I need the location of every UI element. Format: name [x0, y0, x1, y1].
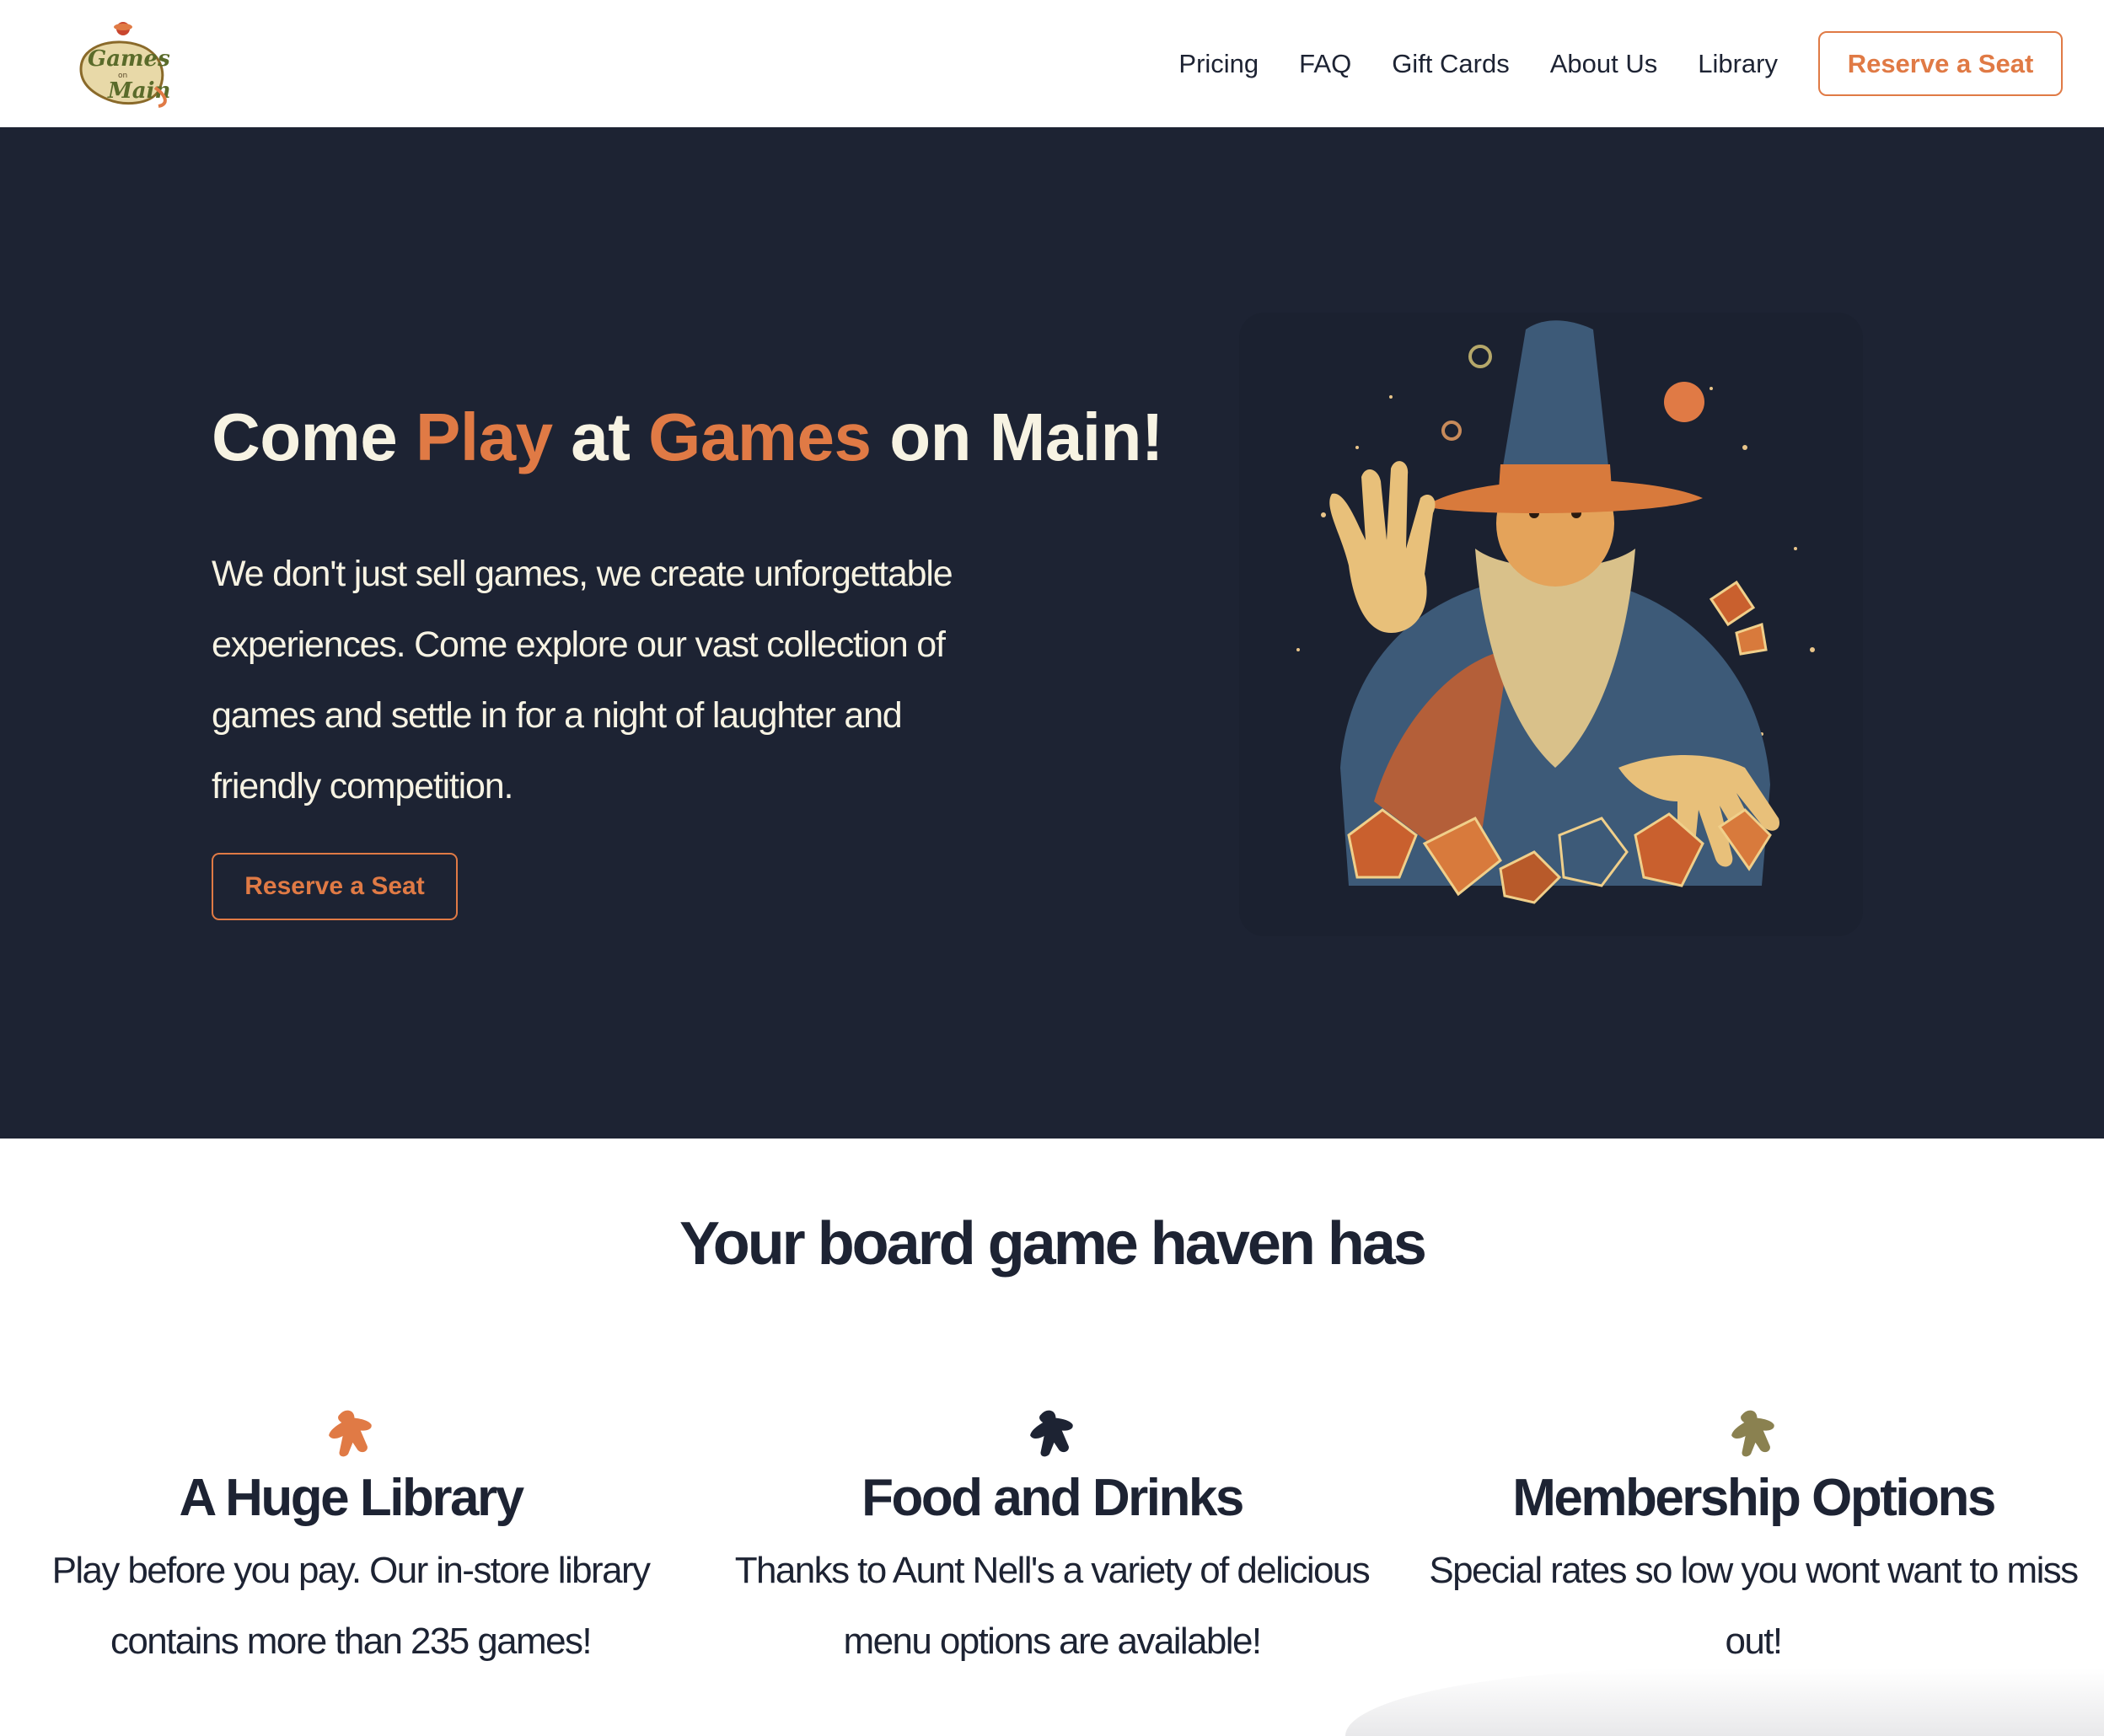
nav-reserve-seat-button[interactable]: Reserve a Seat	[1818, 31, 2063, 96]
nav-link-about-us[interactable]: About Us	[1550, 49, 1658, 79]
top-navigation: Games on Main Pricing FAQ Gift Cards Abo…	[0, 0, 2104, 127]
feature-title: A Huge Library	[179, 1469, 524, 1527]
hero-title-part1: Come	[212, 399, 416, 474]
nav-link-faq[interactable]: FAQ	[1299, 49, 1351, 79]
nav-links: Pricing FAQ Gift Cards About Us Library …	[1178, 0, 2104, 127]
feature-text: Thanks to Aunt Nell's a variety of delic…	[734, 1550, 1371, 1662]
feature-huge-library: A Huge Library Play before you pay. Our …	[13, 1407, 688, 1677]
hero-title: Come Play at Games on Main!	[212, 399, 1164, 476]
nav-link-gift-cards[interactable]: Gift Cards	[1392, 49, 1510, 79]
page-corner-shadow	[1345, 1669, 2104, 1736]
svg-text:Games: Games	[88, 46, 170, 72]
features-heading: Your board game haven has	[679, 1210, 1427, 1278]
feature-food-and-drinks: Food and Drinks Thanks to Aunt Nell's a …	[715, 1407, 1389, 1677]
nav-link-pricing[interactable]: Pricing	[1178, 49, 1259, 79]
feature-title: Membership Options	[1512, 1469, 1996, 1527]
hero-section: Come Play at Games on Main! We don't jus…	[0, 127, 2104, 1139]
feature-membership-options: Membership Options Special rates so low …	[1416, 1407, 2091, 1677]
nav-link-library[interactable]: Library	[1698, 49, 1778, 79]
games-on-main-logo-icon[interactable]: Games on Main	[74, 20, 175, 108]
hero-title-part3: on Main!	[871, 399, 1164, 474]
feature-text: Play before you pay. Our in-store librar…	[51, 1550, 651, 1662]
meeple-icon	[329, 1410, 372, 1457]
feature-title: Food and Drinks	[861, 1469, 1244, 1527]
wizard-illustration-icon	[1239, 313, 1863, 936]
hero-title-accent-games: Games	[648, 399, 872, 474]
hero-title-part2: at	[552, 399, 649, 474]
hero-title-accent-play: Play	[416, 399, 553, 474]
meeple-icon	[1731, 1410, 1774, 1457]
hero-reserve-seat-button[interactable]: Reserve a Seat	[212, 853, 458, 920]
feature-text: Special rates so low you wont want to mi…	[1429, 1550, 2079, 1662]
meeple-icon	[1030, 1410, 1073, 1457]
hero-description: We don't just sell games, we create unfo…	[212, 554, 953, 806]
